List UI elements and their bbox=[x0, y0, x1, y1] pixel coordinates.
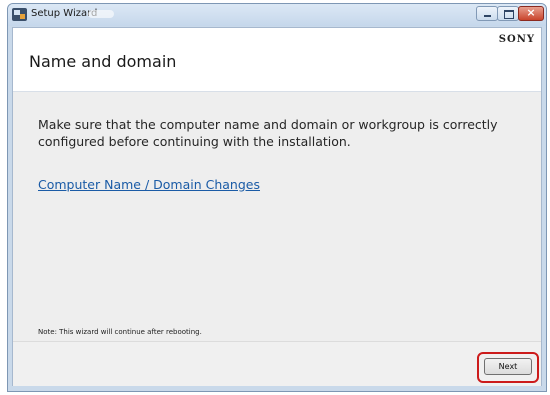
page-title: Name and domain bbox=[29, 52, 177, 71]
title-blurred-text bbox=[88, 10, 114, 18]
window-bottom-border bbox=[8, 386, 546, 391]
reboot-note: Note: This wizard will continue after re… bbox=[38, 328, 202, 336]
setup-wizard-window: Setup Wizard × SONY Name and domain Make… bbox=[7, 3, 547, 392]
instruction-text: Make sure that the computer name and dom… bbox=[38, 117, 498, 149]
close-icon: × bbox=[526, 6, 536, 19]
setup-wizard-app-icon bbox=[12, 8, 27, 21]
computer-name-domain-link[interactable]: Computer Name / Domain Changes bbox=[38, 177, 260, 192]
close-button[interactable]: × bbox=[518, 6, 544, 21]
minimize-icon bbox=[484, 15, 491, 17]
minimize-button[interactable] bbox=[476, 6, 498, 21]
wizard-content: Make sure that the computer name and dom… bbox=[13, 92, 541, 341]
wizard-client-area: SONY Name and domain Make sure that the … bbox=[12, 27, 542, 387]
maximize-icon bbox=[504, 10, 514, 19]
title-bar[interactable]: Setup Wizard × bbox=[8, 4, 546, 26]
wizard-header: SONY Name and domain bbox=[13, 28, 541, 91]
sony-logo: SONY bbox=[498, 34, 535, 45]
next-button[interactable]: Next bbox=[484, 358, 532, 375]
maximize-button[interactable] bbox=[497, 6, 519, 21]
wizard-footer: Next bbox=[13, 341, 541, 386]
